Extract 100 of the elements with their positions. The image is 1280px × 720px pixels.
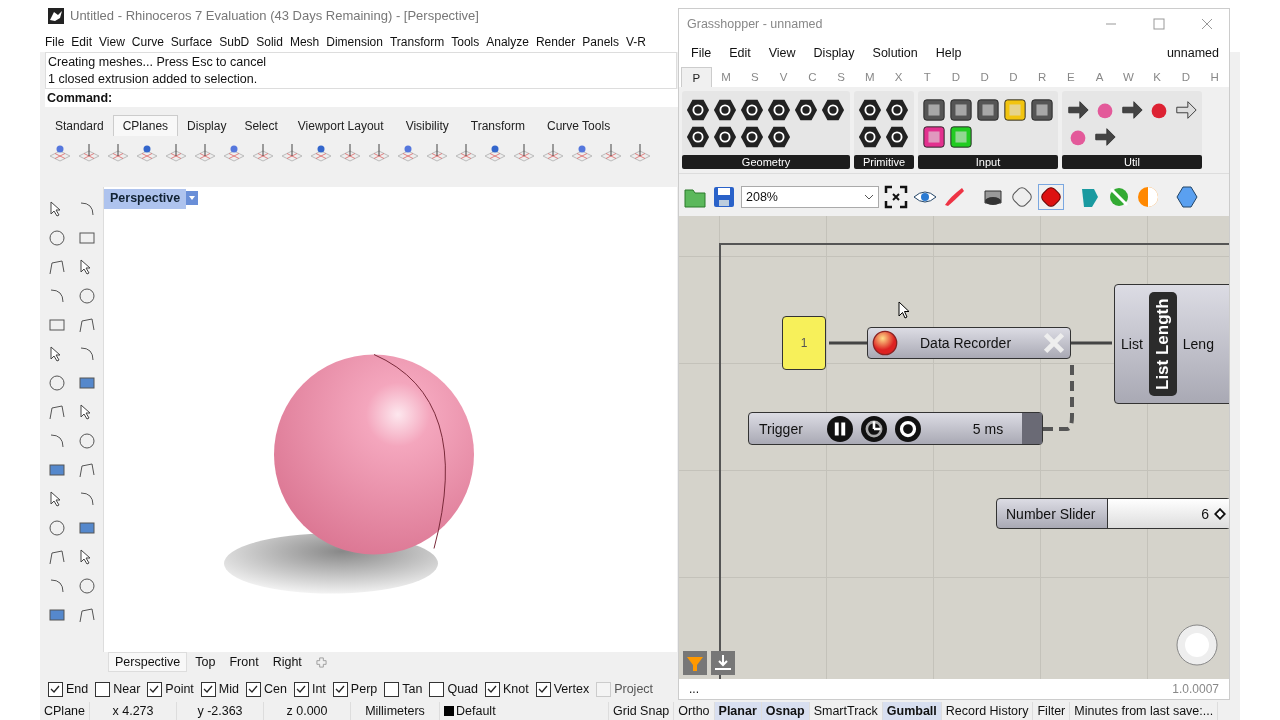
component-tab[interactable]: E [1056,67,1086,87]
osnap-checkbox[interactable]: Quad [429,681,478,697]
component-icon[interactable] [858,124,882,149]
osnap-checkbox[interactable]: Near [95,681,141,697]
menu-item[interactable]: Curve [131,34,164,49]
component-tab[interactable]: K [1142,67,1172,87]
tool-icon[interactable] [47,227,67,248]
menu-item[interactable]: Analyze [486,34,529,49]
component-tab[interactable]: A [1085,67,1114,87]
status-toggle[interactable]: Osnap [761,702,810,720]
navigation-wheel-icon[interactable] [1175,623,1219,667]
status-toggle[interactable]: Grid Snap [609,702,675,720]
toolbar-tab[interactable]: Select [235,115,287,136]
ribbon-group-label[interactable]: Util [1062,155,1202,169]
osnap-checkbox[interactable]: Mid [200,681,239,697]
component-icon[interactable] [686,124,710,149]
viewport-label[interactable]: Perspective [104,188,187,209]
component-icon[interactable] [949,97,973,122]
viewport-tab[interactable]: Right [266,653,308,672]
menu-item[interactable]: Edit [71,34,93,49]
toolbar-tab[interactable]: Curve Tools [536,115,622,136]
status-toggle[interactable]: Record History [941,702,1034,720]
command-field[interactable]: Command: [45,89,679,107]
component-icon[interactable] [821,97,845,122]
ribbon-group-label[interactable]: Primitive [854,155,914,169]
component-icon[interactable] [740,97,764,122]
menu-item[interactable]: Dimension [326,34,383,49]
download-icon[interactable] [710,651,736,675]
caret-icon[interactable] [186,188,199,207]
trigger-node[interactable]: Trigger 5 ms [748,412,1043,445]
tool-icon[interactable] [77,285,97,306]
status-toggle[interactable]: Filter [1033,702,1071,720]
status-toggle[interactable]: Planar [714,702,762,720]
menu-item[interactable]: Display [813,46,855,60]
menu-item[interactable]: V-R [626,34,646,49]
component-tab[interactable]: D [999,67,1028,87]
component-tab[interactable]: D [941,67,971,87]
tool-icon[interactable] [77,430,97,451]
viewport-tab[interactable]: Front [223,653,265,672]
record-icon[interactable] [894,415,921,442]
toolbar-tab[interactable]: Visibility [394,115,460,136]
menu-item[interactable]: File [45,34,65,49]
component-tab[interactable]: C [797,67,827,87]
tool-icon[interactable] [47,372,67,393]
toolbar-tab[interactable]: Display [178,115,236,136]
half-sphere-icon[interactable] [1136,185,1160,209]
component-icon[interactable] [1030,97,1054,122]
data-recorder-node[interactable]: Data Recorder [867,327,1071,359]
save-icon[interactable] [712,185,736,209]
menu-item[interactable]: Edit [729,46,751,60]
osnap-checkbox[interactable]: Int [293,681,326,697]
osnap-checkbox[interactable]: Knot [485,681,529,697]
component-tab[interactable]: S [826,67,856,87]
menu-item[interactable]: Panels [582,34,619,49]
pause-icon[interactable] [826,415,853,442]
component-tab[interactable]: M [711,67,741,87]
osnap-checkbox[interactable]: Vertex [535,681,590,697]
component-tab[interactable]: D [970,67,1000,87]
number-slider-node[interactable]: Number Slider 6 [996,498,1229,529]
disc-icon[interactable] [1107,185,1131,209]
viewport-tab[interactable]: Top [189,653,222,672]
component-tab[interactable]: T [912,67,942,87]
close-icon[interactable] [1201,18,1213,30]
toolbar-tab[interactable]: CPlanes [112,115,179,137]
ribbon-group-label[interactable]: Input [918,155,1058,169]
component-icon[interactable] [767,97,791,122]
component-tab[interactable]: S [740,67,770,87]
osnap-checkbox[interactable]: Cen [246,681,287,697]
polygon-icon[interactable] [1175,185,1199,209]
menu-item[interactable]: Solution [872,46,918,60]
component-icon[interactable] [885,97,909,122]
menu-item[interactable]: Transform [389,34,445,49]
component-tab[interactable]: R [1027,67,1057,87]
component-icon[interactable] [976,97,1000,122]
component-tab[interactable]: H [1200,67,1229,87]
component-icon[interactable] [713,97,737,122]
component-icon[interactable] [713,124,737,149]
component-tab[interactable]: D [1171,67,1201,87]
viewport-tab[interactable]: Perspective [108,652,188,673]
component-tab[interactable]: X [884,67,913,87]
component-icon[interactable] [922,97,946,122]
zoom-dropdown[interactable]: 208% [741,186,879,208]
panel-node[interactable]: 1 [782,316,826,370]
component-icon[interactable] [767,124,791,149]
status-toggle[interactable]: Gumball [882,702,942,720]
component-tab[interactable]: V [769,67,798,87]
component-icon[interactable] [858,97,882,122]
menu-item[interactable]: Mesh [289,34,320,49]
menu-item[interactable]: File [691,46,712,60]
list-length-node[interactable]: List List Length Leng [1114,284,1229,404]
component-icon[interactable] [740,124,764,149]
caret-icon[interactable] [864,194,874,200]
component-icon[interactable] [686,97,710,122]
status-toggle[interactable]: SmartTrack [809,702,883,720]
layer-field[interactable]: Default [440,702,609,720]
menu-item[interactable]: View [768,46,796,60]
brush-icon[interactable] [942,185,966,209]
menu-item[interactable]: View [99,34,125,49]
zoom-extents-icon[interactable] [884,185,908,209]
osnap-checkbox[interactable]: End [48,681,89,697]
